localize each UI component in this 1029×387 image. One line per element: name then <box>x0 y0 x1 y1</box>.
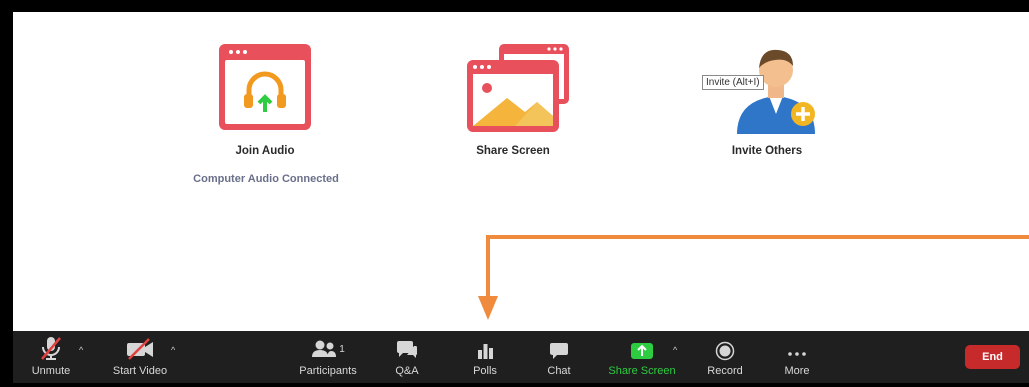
more-button[interactable]: More <box>779 331 815 383</box>
participants-count: 1 <box>339 343 345 355</box>
record-label: Record <box>707 365 743 377</box>
meeting-toolbar: Unmute ^ Start Video ^ 1 Participants Q&… <box>13 331 1029 383</box>
more-dots-icon <box>788 352 806 356</box>
polls-label: Polls <box>473 365 497 377</box>
chat-icon <box>550 343 568 359</box>
participants-label: Participants <box>299 365 357 377</box>
share-screen-toolbar-label: Share Screen <box>608 365 676 377</box>
participants-icon <box>312 340 337 357</box>
more-label: More <box>784 365 810 377</box>
end-meeting-button[interactable]: End <box>965 345 1020 369</box>
audio-options-caret[interactable]: ^ <box>79 345 83 355</box>
participants-button[interactable]: 1 Participants <box>293 331 363 383</box>
qa-icon <box>397 341 417 358</box>
start-video-label: Start Video <box>112 365 168 377</box>
chat-button[interactable]: Chat <box>541 331 577 383</box>
unmute-label: Unmute <box>31 365 71 377</box>
record-button[interactable]: Record <box>703 331 747 383</box>
annotation-arrow <box>478 235 1029 320</box>
qa-label: Q&A <box>395 365 419 377</box>
share-options-caret[interactable]: ^ <box>673 345 677 355</box>
muted-microphone-icon <box>41 337 61 360</box>
polls-icon <box>478 344 493 359</box>
qa-button[interactable]: Q&A <box>389 331 425 383</box>
share-screen-arrow-icon <box>631 343 653 359</box>
video-off-icon <box>127 338 153 360</box>
share-screen-button[interactable]: Share Screen <box>605 331 679 383</box>
start-video-button[interactable]: Start Video <box>105 331 175 383</box>
unmute-button[interactable]: Unmute <box>25 331 77 383</box>
video-options-caret[interactable]: ^ <box>171 345 175 355</box>
record-icon <box>715 341 735 361</box>
polls-button[interactable]: Polls <box>465 331 505 383</box>
chat-label: Chat <box>547 365 571 377</box>
